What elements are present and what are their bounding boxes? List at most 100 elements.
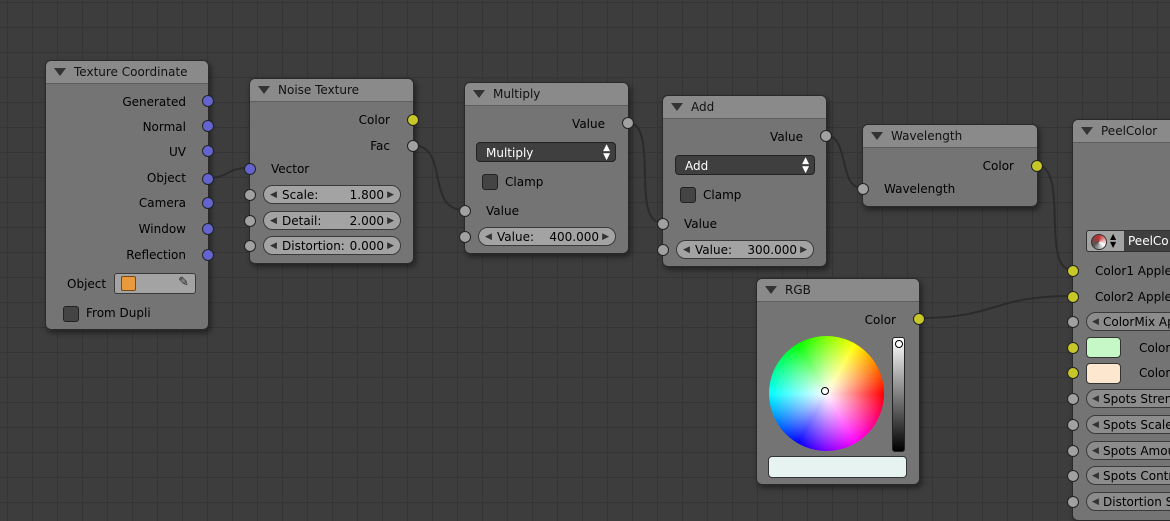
multiply-node[interactable]: Multiply Value Multiply ▲ ▼ Clamp Value ◀ V… bbox=[459, 82, 634, 254]
colormix-field[interactable]: ◀ ColorMix Ap bbox=[1086, 312, 1170, 331]
collapse-triangle-icon[interactable] bbox=[258, 85, 270, 94]
decrement-arrow-icon[interactable]: ◀ bbox=[1092, 416, 1099, 433]
operation-select[interactable]: Add ▲ ▼ bbox=[675, 155, 815, 175]
socket-distortion-in[interactable] bbox=[244, 240, 256, 252]
socket-value-out[interactable] bbox=[820, 130, 832, 142]
distortion-field[interactable]: ◀ Distortion: 0.000 ▶ bbox=[263, 236, 401, 255]
decrement-arrow-icon[interactable]: ◀ bbox=[485, 228, 492, 247]
noise-texture-node[interactable]: Noise Texture Color Fac Vector ◀ Scale: 1.… bbox=[244, 78, 419, 264]
decrement-arrow-icon[interactable]: ◀ bbox=[683, 241, 690, 260]
clamp-checkbox[interactable] bbox=[482, 174, 498, 190]
socket-colormix-in[interactable] bbox=[1067, 316, 1079, 328]
detail-field[interactable]: ◀ Detail: 2.000 ▶ bbox=[263, 211, 401, 230]
socket-value-in-2[interactable] bbox=[657, 244, 669, 256]
texture-coordinate-node[interactable]: Texture Coordinate Generated Normal UV O… bbox=[45, 60, 214, 330]
group-select[interactable]: ▲ ▼ PeelCo bbox=[1086, 230, 1170, 252]
add-node[interactable]: Add Value Add ▲ ▼ Clamp Value ◀ Value: 300.0… bbox=[657, 95, 832, 267]
increment-arrow-icon[interactable]: ▶ bbox=[800, 241, 807, 260]
color-a-swatch[interactable] bbox=[1086, 337, 1121, 358]
distortion-field[interactable]: ◀ Distortion S bbox=[1086, 492, 1170, 511]
node-header[interactable]: Wavelength bbox=[863, 125, 1037, 148]
socket-color-out[interactable] bbox=[1031, 160, 1043, 172]
socket-color-out[interactable] bbox=[913, 313, 925, 325]
node-header[interactable]: Multiply bbox=[465, 83, 628, 106]
socket-window[interactable] bbox=[202, 223, 214, 235]
socket-fac-out[interactable] bbox=[407, 140, 419, 152]
socket-color-out[interactable] bbox=[407, 114, 419, 126]
value-field[interactable]: ◀ Value: 300.000 ▶ bbox=[676, 240, 814, 259]
wavelength-node[interactable]: Wavelength Color Wavelength bbox=[857, 124, 1043, 207]
operation-select[interactable]: Multiply ▲ ▼ bbox=[476, 142, 616, 162]
socket-normal[interactable] bbox=[202, 120, 214, 132]
collapse-triangle-icon[interactable] bbox=[473, 89, 485, 98]
node-title: RGB bbox=[785, 283, 811, 297]
object-field-label: Object bbox=[67, 277, 107, 291]
socket-spots-strength-in[interactable] bbox=[1067, 393, 1079, 405]
input-color2-label: Color2 Apple bbox=[1095, 290, 1170, 304]
increment-arrow-icon[interactable]: ▶ bbox=[387, 237, 394, 256]
node-header[interactable]: RGB bbox=[757, 279, 919, 302]
socket-color1-in[interactable] bbox=[1067, 265, 1079, 277]
decrement-arrow-icon[interactable]: ◀ bbox=[1092, 493, 1099, 510]
socket-color-b-in[interactable] bbox=[1067, 367, 1079, 379]
color-wheel-cursor[interactable] bbox=[821, 387, 829, 395]
color-wheel[interactable] bbox=[769, 336, 884, 451]
value-slider-handle[interactable] bbox=[895, 340, 903, 348]
peelcolor-node[interactable]: PeelColor ▲ ▼ PeelCo Color1 Apple Color2 … bbox=[1067, 119, 1170, 521]
increment-arrow-icon[interactable]: ▶ bbox=[602, 228, 609, 247]
socket-spots-scale-in[interactable] bbox=[1067, 419, 1079, 431]
spots-amount-field[interactable]: ◀ Spots Amou bbox=[1086, 441, 1170, 460]
socket-object[interactable] bbox=[202, 173, 214, 185]
decrement-arrow-icon[interactable]: ◀ bbox=[1092, 313, 1099, 330]
socket-generated[interactable] bbox=[202, 95, 214, 107]
socket-value-out[interactable] bbox=[622, 117, 634, 129]
collapse-triangle-icon[interactable] bbox=[54, 67, 66, 76]
node-header[interactable]: Noise Texture bbox=[250, 79, 413, 102]
socket-wavelength-in[interactable] bbox=[857, 183, 869, 195]
increment-arrow-icon[interactable]: ▶ bbox=[387, 212, 394, 231]
increment-arrow-icon[interactable]: ▶ bbox=[387, 186, 394, 205]
socket-color-a-in[interactable] bbox=[1067, 342, 1079, 354]
socket-value-in-1[interactable] bbox=[657, 218, 669, 230]
socket-distortion-in[interactable] bbox=[1067, 496, 1079, 508]
decrement-arrow-icon[interactable]: ◀ bbox=[1092, 390, 1099, 407]
socket-value-in-2[interactable] bbox=[459, 231, 471, 243]
object-picker-field[interactable]: ✎ bbox=[114, 273, 196, 294]
from-dupli-checkbox[interactable] bbox=[63, 306, 79, 322]
socket-reflection[interactable] bbox=[202, 249, 214, 261]
color-swatch[interactable] bbox=[768, 456, 907, 478]
collapse-triangle-icon[interactable] bbox=[1081, 126, 1093, 135]
socket-detail-in[interactable] bbox=[244, 215, 256, 227]
socket-scale-in[interactable] bbox=[244, 189, 256, 201]
eyedropper-icon[interactable]: ✎ bbox=[178, 275, 189, 290]
color-b-swatch[interactable] bbox=[1086, 363, 1121, 384]
decrement-arrow-icon[interactable]: ◀ bbox=[270, 237, 277, 256]
value-slider[interactable] bbox=[892, 337, 905, 452]
socket-spots-contrast-in[interactable] bbox=[1067, 470, 1079, 482]
decrement-arrow-icon[interactable]: ◀ bbox=[1092, 442, 1099, 459]
socket-spots-amount-in[interactable] bbox=[1067, 445, 1079, 457]
decrement-arrow-icon[interactable]: ◀ bbox=[270, 186, 277, 205]
decrement-arrow-icon[interactable]: ◀ bbox=[270, 212, 277, 231]
node-header[interactable]: Add bbox=[663, 96, 826, 119]
updown-arrows-icon[interactable]: ▲ ▼ bbox=[1110, 233, 1116, 249]
spots-strength-field[interactable]: ◀ Spots Streng bbox=[1086, 389, 1170, 408]
spots-contrast-field[interactable]: ◀ Spots Contra bbox=[1086, 466, 1170, 485]
socket-color2-in[interactable] bbox=[1067, 291, 1079, 303]
socket-value-in-1[interactable] bbox=[459, 205, 471, 217]
collapse-triangle-icon[interactable] bbox=[871, 131, 883, 140]
collapse-triangle-icon[interactable] bbox=[765, 285, 777, 294]
scale-field[interactable]: ◀ Scale: 1.800 ▶ bbox=[263, 185, 401, 204]
collapse-triangle-icon[interactable] bbox=[671, 102, 683, 111]
value-field[interactable]: ◀ Value: 400.000 ▶ bbox=[478, 227, 616, 246]
rgb-node[interactable]: RGB Color bbox=[756, 278, 925, 485]
node-header[interactable]: PeelColor bbox=[1073, 120, 1170, 143]
spots-scale-field[interactable]: ◀ Spots Scale: bbox=[1086, 415, 1170, 434]
decrement-arrow-icon[interactable]: ◀ bbox=[1092, 467, 1099, 484]
field-label: Spots Amou bbox=[1103, 444, 1170, 458]
node-header[interactable]: Texture Coordinate bbox=[46, 61, 208, 84]
socket-vector-in[interactable] bbox=[244, 163, 256, 175]
socket-camera[interactable] bbox=[202, 197, 214, 209]
clamp-checkbox[interactable] bbox=[680, 187, 696, 203]
socket-uv[interactable] bbox=[202, 145, 214, 157]
